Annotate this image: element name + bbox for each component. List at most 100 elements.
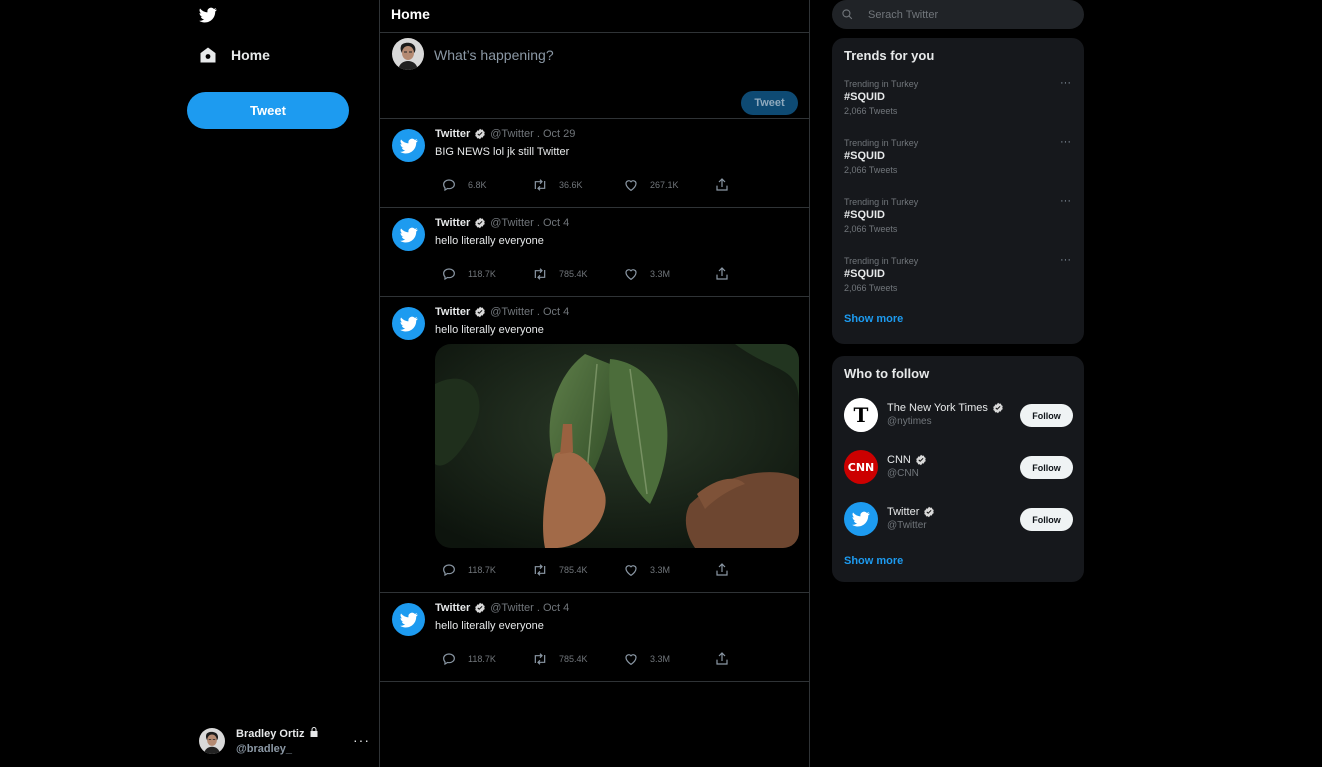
trend-context: Trending in Turkey (844, 138, 919, 148)
trends-show-more-link[interactable]: Show more (832, 313, 1084, 325)
follow-name-row: The New York Times (887, 401, 1004, 415)
tweet-image[interactable] (435, 344, 799, 548)
cnn-logo-icon: CNN (844, 450, 878, 484)
trends-title: Trends for you (844, 48, 935, 63)
follow-suggestion[interactable]: Twitter @Twitter Follow (832, 493, 1084, 545)
reply-button[interactable]: 118.7K (435, 651, 526, 667)
nav-item-home[interactable]: Home (199, 46, 270, 64)
share-icon (714, 562, 730, 578)
avatar[interactable] (392, 603, 425, 636)
nytimes-logo-icon: T (844, 398, 878, 432)
share-button[interactable] (708, 651, 799, 667)
trend-item[interactable]: Trending in Turkey #SQUID 2,066 Tweets ·… (832, 73, 1084, 132)
follow-name: CNN (887, 454, 911, 466)
retweet-count: 785.4K (559, 269, 588, 279)
verified-icon (474, 128, 486, 140)
follow-button[interactable]: Follow (1020, 456, 1073, 479)
trends-card: Trends for you Trending in Turkey #SQUID… (832, 38, 1084, 344)
more-options-icon[interactable]: ··· (1060, 195, 1071, 207)
tweet[interactable]: Twitter @Twitter . Oct 4 hello literally… (380, 297, 809, 593)
avatar[interactable] (392, 307, 425, 340)
follow-handle: @CNN (887, 468, 919, 479)
lock-icon (308, 726, 320, 742)
avatar[interactable] (392, 129, 425, 162)
more-options-icon[interactable]: ··· (1060, 254, 1071, 266)
tweet-button[interactable]: Tweet (187, 92, 349, 129)
tweet-author[interactable]: Twitter (435, 128, 470, 140)
profile-handle: @bradley_ (236, 743, 292, 755)
profile-name-row: Bradley Ortiz (236, 726, 320, 742)
reply-button[interactable]: 118.7K (435, 266, 526, 282)
twitter-logo-icon[interactable] (199, 6, 219, 24)
page-title: Home (391, 6, 430, 22)
tweet-text: BIG NEWS lol jk still Twitter (435, 146, 570, 158)
trend-tag: #SQUID (844, 268, 885, 280)
retweet-button[interactable]: 785.4K (526, 562, 617, 578)
verified-icon (915, 454, 927, 466)
tweet-actions: 118.7K 785.4K 3.3M (435, 651, 809, 681)
retweet-button[interactable]: 36.6K (526, 177, 617, 193)
verified-icon (992, 402, 1004, 414)
like-button[interactable]: 3.3M (617, 651, 708, 667)
trend-item[interactable]: Trending in Turkey #SQUID 2,066 Tweets ·… (832, 132, 1084, 191)
trend-context: Trending in Turkey (844, 79, 919, 89)
trend-tag: #SQUID (844, 209, 885, 221)
svg-text:CNN: CNN (848, 461, 875, 474)
tweet[interactable]: Twitter @Twitter . Oct 29 BIG NEWS lol j… (380, 119, 809, 208)
tweet-author[interactable]: Twitter (435, 306, 470, 318)
search-icon (841, 8, 854, 21)
retweet-button[interactable]: 785.4K (526, 266, 617, 282)
more-options-icon[interactable]: ··· (1060, 77, 1071, 89)
reply-button[interactable]: 118.7K (435, 562, 526, 578)
compose-input[interactable]: What’s happening? (434, 47, 554, 63)
search-placeholder: Serach Twitter (868, 8, 939, 21)
avatar[interactable] (392, 218, 425, 251)
tweet-actions: 118.7K 785.4K 3.3M (435, 562, 809, 592)
retweet-icon (532, 651, 548, 667)
like-button[interactable]: 267.1K (617, 177, 708, 193)
retweet-button[interactable]: 785.4K (526, 651, 617, 667)
more-options-icon[interactable]: ··· (1060, 136, 1071, 148)
search-input[interactable]: Serach Twitter (832, 0, 1084, 29)
retweet-icon (532, 177, 548, 193)
who-to-follow-title: Who to follow (844, 366, 930, 381)
tweet[interactable]: Twitter @Twitter . Oct 4 hello literally… (380, 593, 809, 682)
follow-button[interactable]: Follow (1020, 508, 1073, 531)
trend-item[interactable]: Trending in Turkey #SQUID 2,066 Tweets ·… (832, 191, 1084, 250)
trend-count: 2,066 Tweets (844, 106, 898, 116)
follow-handle: @Twitter (887, 520, 927, 531)
compose-box: What’s happening? Tweet (380, 33, 809, 119)
trend-context: Trending in Turkey (844, 197, 919, 207)
like-button[interactable]: 3.3M (617, 266, 708, 282)
tweet[interactable]: Twitter @Twitter . Oct 4 hello literally… (380, 208, 809, 297)
compose-tweet-button[interactable]: Tweet (741, 91, 798, 115)
left-sidebar: Home Tweet Bradley Ortiz @bradley_ ··· (187, 0, 379, 767)
tweet-author[interactable]: Twitter (435, 602, 470, 614)
tweet-author[interactable]: Twitter (435, 217, 470, 229)
follow-suggestion[interactable]: CNN CNN @CNN Follow (832, 441, 1084, 493)
trend-count: 2,066 Tweets (844, 283, 898, 293)
reply-button[interactable]: 6.8K (435, 177, 526, 193)
account-switcher[interactable]: Bradley Ortiz @bradley_ ··· (199, 724, 375, 758)
like-count: 267.1K (650, 180, 679, 190)
more-options-icon[interactable]: ··· (353, 732, 370, 748)
timeline: Home What’s happening? Tweet Twitter @Tw… (379, 0, 810, 767)
share-button[interactable] (708, 266, 799, 282)
share-icon (714, 651, 730, 667)
follow-suggestion[interactable]: T The New York Times @nytimes Follow (832, 389, 1084, 441)
trend-item[interactable]: Trending in Turkey #SQUID 2,066 Tweets ·… (832, 250, 1084, 309)
trend-tag: #SQUID (844, 91, 885, 103)
reply-count: 6.8K (468, 180, 487, 190)
share-button[interactable] (708, 562, 799, 578)
follow-button[interactable]: Follow (1020, 404, 1073, 427)
svg-text:T: T (854, 403, 869, 427)
share-button[interactable] (708, 177, 799, 193)
who-show-more-link[interactable]: Show more (832, 555, 1084, 567)
tweet-meta: @Twitter . Oct 4 (490, 217, 570, 229)
timeline-header: Home (380, 0, 809, 33)
reply-icon (441, 177, 457, 193)
tweet-meta: @Twitter . Oct 4 (490, 602, 570, 614)
share-icon (714, 266, 730, 282)
like-button[interactable]: 3.3M (617, 562, 708, 578)
tweet-text: hello literally everyone (435, 324, 544, 336)
